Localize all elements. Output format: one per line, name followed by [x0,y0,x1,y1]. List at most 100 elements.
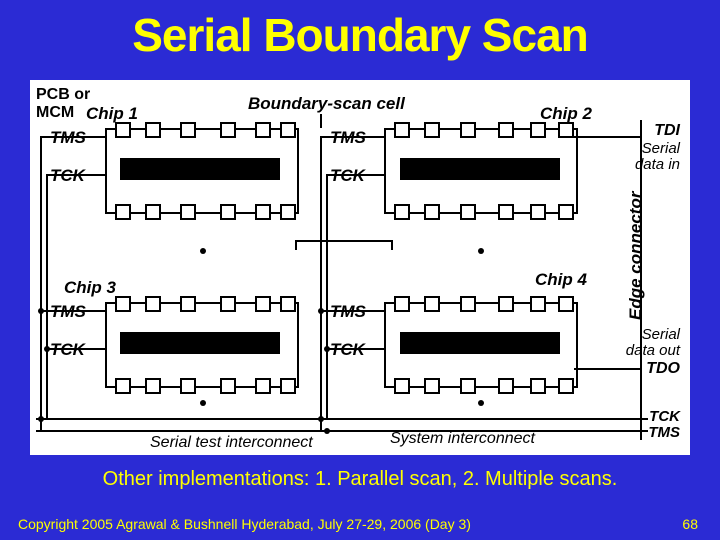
junction-dot [200,400,206,406]
tick [40,310,105,312]
caption: Other implementations: 1. Parallel scan,… [30,468,690,491]
serial-data-out-1: Serial [642,326,680,343]
core-4 [400,332,560,354]
tms-3: TMS [50,302,86,322]
cell [394,204,410,220]
cell [498,378,514,394]
callout-line [320,114,322,128]
footer-left: Copyright 2005 Agrawal & Bushnell Hydera… [18,516,471,532]
tck-3: TCK [50,340,85,360]
cell [115,204,131,220]
cell [280,122,296,138]
cell [394,122,410,138]
cell [220,122,236,138]
tick [320,136,384,138]
edge-connector-line [640,120,642,440]
core-2 [400,158,560,180]
cell [530,296,546,312]
serial-link [295,240,393,242]
tck-4: TCK [330,340,365,360]
bus-riser [320,136,322,430]
tck-2: TCK [330,166,365,186]
cell [115,296,131,312]
cell [498,122,514,138]
cell [424,378,440,394]
junction-dot [44,346,50,352]
junction-dot [38,416,44,422]
cell [180,378,196,394]
tck-bus [36,418,646,420]
cell [424,204,440,220]
junction-dot [318,308,324,314]
tdo-label: TDO [646,360,680,378]
mcm-label: MCM [36,104,74,122]
cell [255,378,271,394]
cell [145,204,161,220]
edge-stub [640,418,648,420]
cell [115,122,131,138]
edge-stub [574,136,642,138]
cell [530,204,546,220]
slide-title: Serial Boundary Scan [0,0,720,62]
cell [115,378,131,394]
tick [46,174,105,176]
cell [498,204,514,220]
serial-data-out-2: data out [626,342,680,359]
core-3 [120,332,280,354]
tck-1: TCK [50,166,85,186]
edge-stub [640,430,648,432]
cell [530,122,546,138]
cell [394,296,410,312]
junction-dot [38,308,44,314]
cell [280,378,296,394]
bscell-label: Boundary-scan cell [248,94,405,114]
junction-dot [200,248,206,254]
chip1-label: Chip 1 [86,104,138,124]
cell [220,296,236,312]
slide: Serial Boundary Scan PCB or MCM Chip 1 B… [0,0,720,540]
junction-dot [478,400,484,406]
tick [326,348,384,350]
tms-2: TMS [330,128,366,148]
cell [460,296,476,312]
tms-bus [36,430,646,432]
junction-dot [318,416,324,422]
bus-riser [46,174,48,418]
cell [394,378,410,394]
edge-connector-label: Edge connector [626,160,646,320]
tick [326,174,384,176]
cell [558,378,574,394]
tdi-label: TDI [654,122,680,140]
tck-right: TCK [649,408,680,425]
serial-interconnect-label: Serial test interconnect [150,434,313,452]
cell [460,204,476,220]
cell [255,122,271,138]
junction-dot [324,428,330,434]
tick [40,136,105,138]
cell [255,296,271,312]
system-interconnect-label: System interconnect [390,430,535,448]
cell [280,204,296,220]
cell [530,378,546,394]
cell [180,204,196,220]
cell [220,378,236,394]
bus-riser [40,136,42,430]
tick [46,348,105,350]
slide-number: 68 [682,516,698,532]
tms-4: TMS [330,302,366,322]
cell [558,296,574,312]
cell [145,296,161,312]
cell [280,296,296,312]
tick [320,310,384,312]
cell [424,296,440,312]
tms-1: TMS [50,128,86,148]
cell [220,204,236,220]
cell [460,122,476,138]
cell [498,296,514,312]
bus-riser [326,174,328,418]
serial-link [391,240,393,250]
cell [180,122,196,138]
pcb-label: PCB or [36,86,90,104]
serial-link [295,240,297,250]
serial-data-in-1: Serial [642,140,680,157]
